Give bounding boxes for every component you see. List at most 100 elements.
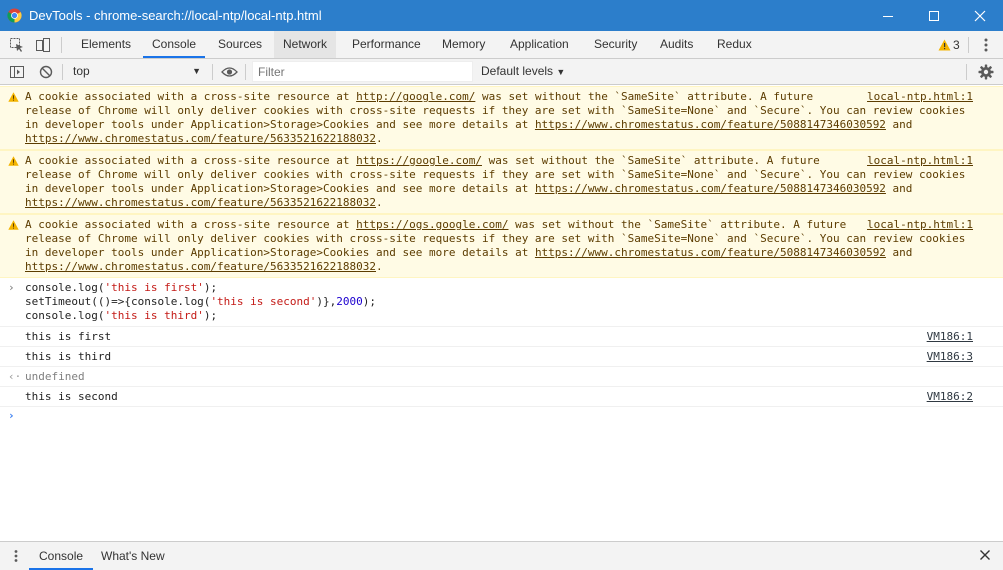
message-source-link[interactable]: VM186:2 xyxy=(927,390,973,404)
result-message: ‹· undefined xyxy=(0,367,1003,387)
clear-console-icon xyxy=(39,65,53,79)
close-drawer-icon[interactable] xyxy=(979,549,991,561)
message-source-link[interactable]: VM186:1 xyxy=(927,330,973,344)
message-text: . xyxy=(376,196,383,209)
show-sidebar-button[interactable] xyxy=(8,63,26,81)
message-source-link[interactable]: VM186:3 xyxy=(927,350,973,364)
log-message: this is second VM186:2 xyxy=(0,387,1003,407)
devtools-tabstrip: Elements Console Sources Network Perform… xyxy=(0,31,1003,59)
filter-input[interactable] xyxy=(252,61,473,82)
close-window-button[interactable] xyxy=(957,0,1003,31)
title-bar: DevTools - chrome-search://local-ntp/loc… xyxy=(0,0,1003,31)
divider xyxy=(61,37,62,53)
message-text: and xyxy=(885,246,913,259)
context-value: top xyxy=(73,64,90,78)
console-settings-button[interactable] xyxy=(977,63,995,81)
log-text: this is first xyxy=(25,330,112,343)
gear-icon xyxy=(978,64,994,80)
tab-security[interactable]: Security xyxy=(585,31,646,58)
tab-redux[interactable]: Redux xyxy=(708,31,761,58)
message-source-link[interactable]: local-ntp.html:1 xyxy=(867,218,973,232)
tab-console[interactable]: Console xyxy=(143,31,206,58)
warning-message: local-ntp.html:1 A cookie associated wit… xyxy=(0,214,1003,278)
divider xyxy=(966,64,967,80)
message-source-link[interactable]: local-ntp.html:1 xyxy=(867,154,973,168)
message-text: A cookie associated with a cross-site re… xyxy=(25,90,357,103)
log-message: this is third VM186:3 xyxy=(0,347,1003,367)
dropdown-arrow-icon: ▼ xyxy=(556,67,566,77)
context-selector[interactable]: top ▼ xyxy=(66,60,208,83)
sidebar-toggle-icon xyxy=(10,66,24,78)
maximize-button[interactable] xyxy=(911,0,957,31)
url-link[interactable]: https://www.chromestatus.com/feature/563… xyxy=(25,132,376,145)
device-toolbar-button[interactable] xyxy=(34,36,52,54)
chrome-logo-icon xyxy=(7,8,22,23)
clear-console-button[interactable] xyxy=(37,63,55,81)
url-link[interactable]: https://www.chromestatus.com/feature/563… xyxy=(25,260,376,273)
tab-elements[interactable]: Elements xyxy=(72,31,140,58)
warning-icon xyxy=(8,92,19,102)
more-options-icon[interactable] xyxy=(979,36,993,54)
command-input-echo: › console.log('this is first'); setTimeo… xyxy=(0,278,1003,327)
divider xyxy=(212,64,213,80)
command-chevron-icon: › xyxy=(8,281,15,294)
drawer-tabstrip: Console What's New xyxy=(0,541,1003,570)
warning-message: local-ntp.html:1 A cookie associated wit… xyxy=(0,150,1003,214)
message-text: . xyxy=(376,132,383,145)
message-text: A cookie associated with a cross-site re… xyxy=(25,154,357,167)
minimize-icon xyxy=(883,15,893,17)
drawer-tab-console[interactable]: Console xyxy=(29,542,94,570)
result-value: undefined xyxy=(25,370,85,383)
message-text: and xyxy=(885,118,913,131)
divider xyxy=(245,64,246,80)
eye-icon xyxy=(220,67,238,77)
warnings-count: 3 xyxy=(953,38,960,52)
tab-memory[interactable]: Memory xyxy=(433,31,494,58)
minimize-button[interactable] xyxy=(865,0,911,31)
message-text: and xyxy=(885,182,913,195)
device-mode-icon xyxy=(36,38,50,52)
log-levels-dropdown[interactable]: Default levels ▼ xyxy=(481,59,565,84)
tab-application[interactable]: Application xyxy=(501,31,578,58)
url-link[interactable]: https://google.com/ xyxy=(356,154,482,167)
warning-icon xyxy=(8,156,19,166)
result-arrow-icon: ‹· xyxy=(8,370,22,383)
code-line: console.log('this is first'); xyxy=(25,281,218,294)
tab-sources[interactable]: Sources xyxy=(209,31,271,58)
code-line: console.log('this is third'); xyxy=(25,309,218,322)
url-link[interactable]: https://www.chromestatus.com/feature/508… xyxy=(535,118,886,131)
url-link[interactable]: https://www.chromestatus.com/feature/563… xyxy=(25,196,376,209)
divider xyxy=(968,37,969,53)
prompt-chevron-icon: › xyxy=(8,409,15,422)
tab-audits[interactable]: Audits xyxy=(651,31,702,58)
message-text: A cookie associated with a cross-site re… xyxy=(25,218,357,231)
window-title: DevTools - chrome-search://local-ntp/loc… xyxy=(29,8,322,23)
tab-performance[interactable]: Performance xyxy=(343,31,430,58)
tab-network[interactable]: Network xyxy=(274,31,337,58)
warning-message: local-ntp.html:1 A cookie associated wit… xyxy=(0,86,1003,150)
log-message: this is first VM186:1 xyxy=(0,327,1003,347)
console-prompt[interactable]: › xyxy=(0,407,1003,427)
warning-icon xyxy=(8,220,19,230)
log-text: this is second xyxy=(25,390,118,403)
inspect-cursor-icon xyxy=(10,38,23,52)
message-source-link[interactable]: local-ntp.html:1 xyxy=(867,90,973,104)
log-levels-label: Default levels xyxy=(481,64,554,78)
url-link[interactable]: https://www.chromestatus.com/feature/508… xyxy=(535,246,886,259)
maximize-icon xyxy=(929,10,939,21)
url-link[interactable]: https://ogs.google.com/ xyxy=(356,218,508,231)
warning-icon xyxy=(938,39,951,51)
console-toolbar: top ▼ Default levels ▼ xyxy=(0,59,1003,85)
code-line: setTimeout(()=>{console.log('this is sec… xyxy=(25,295,377,308)
drawer-menu-icon[interactable] xyxy=(13,549,19,563)
log-text: this is third xyxy=(25,350,112,363)
drawer-tab-whats-new[interactable]: What's New xyxy=(91,542,175,570)
live-expression-button[interactable] xyxy=(220,63,238,81)
url-link[interactable]: http://google.com/ xyxy=(356,90,475,103)
warnings-counter[interactable]: 3 xyxy=(938,36,960,54)
url-link[interactable]: https://www.chromestatus.com/feature/508… xyxy=(535,182,886,195)
message-text: . xyxy=(376,260,383,273)
inspect-element-button[interactable] xyxy=(8,36,26,54)
close-icon xyxy=(974,10,986,21)
console-messages: local-ntp.html:1 A cookie associated wit… xyxy=(0,86,1003,541)
